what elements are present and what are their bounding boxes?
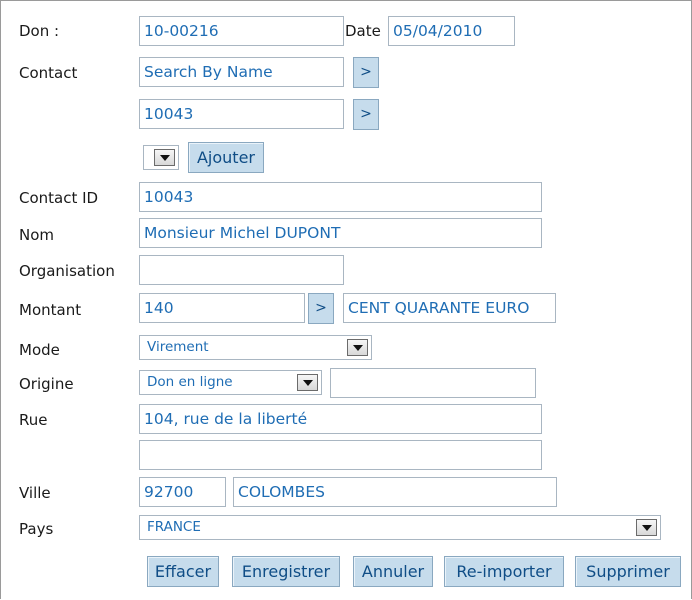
date-label: Date <box>345 22 381 40</box>
don-label: Don : <box>19 22 60 40</box>
contact-search-field[interactable]: Search By Name <box>139 57 344 87</box>
contact-code-field[interactable]: 10043 <box>139 99 344 129</box>
mode-select[interactable]: Virement <box>139 335 372 360</box>
chevron-down-icon <box>154 149 175 166</box>
contact-select[interactable] <box>143 145 179 170</box>
pays-label: Pays <box>19 520 54 538</box>
chevron-down-icon <box>297 374 318 391</box>
origine-select-value: Don en ligne <box>147 374 233 390</box>
mode-label: Mode <box>19 341 60 359</box>
supprimer-button[interactable]: Supprimer <box>575 556 681 587</box>
mode-select-value: Virement <box>147 339 209 355</box>
chevron-down-icon <box>347 339 368 356</box>
organisation-field[interactable] <box>139 255 344 285</box>
annuler-button[interactable]: Annuler <box>353 556 433 587</box>
montant-field[interactable]: 140 <box>139 293 305 323</box>
nom-field[interactable]: Monsieur Michel DUPONT <box>139 218 542 248</box>
origine-label: Origine <box>19 375 74 393</box>
enregistrer-button[interactable]: Enregistrer <box>232 556 340 587</box>
montant-convert-button[interactable]: > <box>308 293 334 324</box>
rue-line2-field[interactable] <box>139 440 542 470</box>
reimporter-button[interactable]: Re-importer <box>444 556 564 587</box>
pays-select[interactable]: FRANCE <box>139 515 661 540</box>
organisation-label: Organisation <box>19 262 115 280</box>
date-field[interactable]: 05/04/2010 <box>388 16 515 46</box>
ajouter-button[interactable]: Ajouter <box>188 142 264 173</box>
chevron-down-icon <box>636 519 657 536</box>
don-number-field[interactable]: 10-00216 <box>139 16 344 46</box>
origine-detail-field[interactable] <box>330 368 536 398</box>
origine-select[interactable]: Don en ligne <box>139 370 322 395</box>
contact-id-label: Contact ID <box>19 189 99 207</box>
contact-id-field[interactable]: 10043 <box>139 182 542 212</box>
rue-label: Rue <box>19 411 48 429</box>
montant-label: Montant <box>19 301 82 319</box>
ville-field[interactable]: COLOMBES <box>233 477 557 507</box>
contact-code-go-button[interactable]: > <box>353 99 379 130</box>
postal-code-field[interactable]: 92700 <box>139 477 226 507</box>
contact-search-go-button[interactable]: > <box>353 57 379 88</box>
contact-label: Contact <box>19 64 78 82</box>
rue-line1-field[interactable]: 104, rue de la liberté <box>139 404 542 434</box>
pays-select-value: FRANCE <box>147 519 201 535</box>
nom-label: Nom <box>19 226 55 244</box>
effacer-button[interactable]: Effacer <box>147 556 219 587</box>
montant-words-field[interactable]: CENT QUARANTE EURO <box>343 293 556 323</box>
ville-label: Ville <box>19 484 51 502</box>
